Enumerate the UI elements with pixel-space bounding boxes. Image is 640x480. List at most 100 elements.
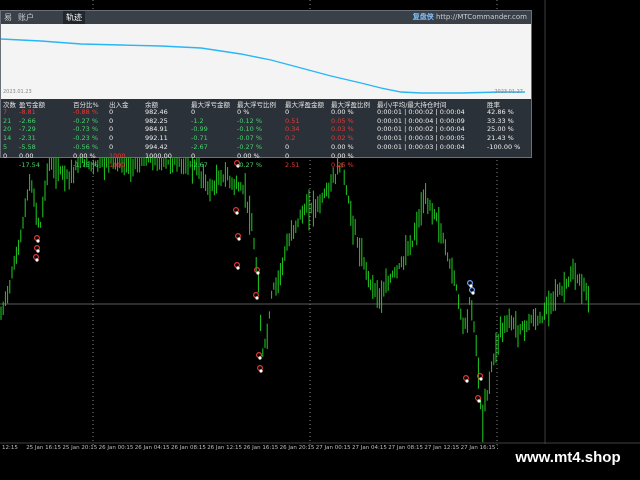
trade-marker-dot — [35, 258, 39, 262]
trade-marker-dot — [237, 237, 241, 241]
trade-marker-dot — [236, 266, 240, 270]
table-cell: 0 — [109, 143, 114, 151]
brand-url[interactable]: http://MTCommander.com — [436, 13, 527, 21]
table-cell: -0.23 % — [73, 134, 99, 143]
axis-label: 25 Jan 16:15 — [26, 445, 62, 451]
table-cell: -0.71 — [191, 134, 208, 143]
table-cell: 5 — [3, 143, 8, 151]
table-cell: 14 — [3, 134, 12, 143]
table-cell: 0 — [285, 107, 290, 116]
table-cell: -1.75 % — [73, 160, 99, 169]
table-cell: 0.00 % — [331, 107, 354, 116]
table-cell: -0.73 % — [73, 125, 99, 134]
table-cell: 42.86 % — [487, 107, 514, 116]
trade-marker-dot — [477, 399, 481, 403]
table-cell: 0 — [109, 116, 114, 125]
axis-label: 26 Jan 00:15 — [98, 445, 134, 451]
trade-marker-dot — [465, 379, 469, 383]
table-cell: 982.46 — [145, 107, 168, 116]
table-cell: 0.34 — [285, 125, 300, 134]
table-cell: 0 — [191, 107, 196, 116]
brand-name: 复盘侠 — [412, 13, 434, 21]
axis-label: 26 Jan 08:15 — [171, 445, 206, 451]
table-header: 最大浮亏金额 — [191, 101, 230, 109]
axis-label: 26 Jan 16:15 — [243, 445, 279, 451]
trade-marker-dot — [36, 249, 40, 253]
tab-account[interactable]: 账户 — [15, 11, 37, 24]
table-cell: -0.07 % — [237, 134, 263, 143]
table-cell: 0 % — [237, 107, 250, 116]
table-cell: -0.27 % — [73, 116, 99, 125]
table-cell: -8.81 — [19, 107, 36, 116]
axis-label: 27 Jan 00:15 — [315, 445, 351, 451]
table-cell: 25.00 % — [487, 125, 514, 134]
axis-label: 27 Jan 04:15 — [352, 445, 387, 451]
table-cell: 0:00:01 | 0:00:03 | 0:00:05 — [377, 134, 465, 143]
trade-marker-dot — [259, 369, 263, 373]
equity-line — [0, 38, 525, 94]
table-cell: 0.2 — [285, 134, 296, 143]
table-cell: 0 — [285, 143, 290, 151]
axis-label: 27 Jan 16:15 — [460, 445, 496, 451]
table-cell: 0.00 % — [331, 151, 354, 160]
table-cell: 21.43 % — [487, 134, 514, 143]
equity-curve — [0, 38, 525, 94]
trade-marker-dot — [235, 211, 239, 215]
table-cell: -100.00 % — [487, 143, 521, 151]
table-cell: -0.27 % — [237, 143, 263, 151]
table-cell: 2.51 — [285, 160, 300, 169]
table-cell: -2.67 — [191, 143, 208, 151]
table-cell: -17.54 — [19, 160, 40, 169]
table-cell: 20 — [3, 125, 12, 134]
axis-label: 25 Jan 20:15 — [62, 445, 98, 451]
table-cell: 982.25 — [145, 116, 168, 125]
table-cell: 0:00:01 | 0:00:02 | 0:00:04 — [377, 107, 465, 116]
table-cell: 33.33 % — [487, 116, 514, 125]
table-cell: -5.58 — [19, 143, 36, 151]
trade-marker-dot — [256, 271, 260, 275]
table-cell: 0 — [285, 151, 290, 160]
brand[interactable]: 复盘侠 http://MTCommander.com — [413, 11, 527, 24]
table-cell: 0:00:01 | 0:00:02 | 0:00:04 — [377, 125, 465, 134]
table-cell: -7.29 — [19, 125, 36, 134]
watermark: www.mt4.shop — [498, 444, 638, 472]
trade-marker-dot — [255, 296, 259, 300]
table-cell: -2.66 — [19, 116, 36, 125]
table-cell: -0.88 % — [73, 107, 99, 116]
table-cell: 1000 — [109, 160, 126, 169]
table-cell: -2.67 — [191, 160, 208, 169]
table-cell: 0.02 % — [331, 134, 354, 143]
equity-date-start: 2023.01.23 — [3, 89, 32, 95]
table-cell: 0 — [109, 107, 114, 116]
table-cell: 0 — [3, 151, 8, 160]
table-cell: -0.27 % — [237, 160, 263, 169]
backtest-panel: 易 账户 轨迹 复盘侠 http://MTCommander.com 2023.… — [0, 10, 532, 169]
table-cell: 0 — [191, 151, 196, 160]
tab-trade[interactable]: 易 — [1, 11, 15, 24]
table-cell: 0.03 % — [331, 125, 354, 134]
table-cell: 0.00 % — [331, 143, 354, 151]
axis-label: 27 Jan 12:15 — [424, 445, 460, 451]
tab-track[interactable]: 轨迹 — [63, 11, 85, 24]
table-cell: 0.51 — [285, 116, 300, 125]
table-cell: 0.00 % — [237, 151, 260, 160]
table-cell: 0.05 % — [331, 116, 354, 125]
table-cell: 0 — [109, 134, 114, 143]
axis-label: 26 Jan 04:15 — [134, 445, 170, 451]
table-cell: 7 — [3, 107, 8, 116]
table-cell: 992.11 — [145, 134, 168, 143]
table-cell: 0:00:01 | 0:00:04 | 0:00:09 — [377, 116, 465, 125]
table-cell: -0.10 % — [237, 125, 263, 134]
trade-marker-dot — [36, 239, 40, 243]
trade-marker-dot — [471, 291, 475, 295]
axis-label: 12:15 — [2, 445, 18, 451]
equity-curve-area: 2023.01.23 2023.01.27 — [0, 24, 531, 99]
axis-label: 27 Jan 08:15 — [388, 445, 424, 451]
table-cell: 0.00 % — [73, 151, 96, 160]
axis-label: 26 Jan 12:15 — [207, 445, 243, 451]
trade-marker-dot — [258, 356, 262, 360]
table-cell: -2.31 — [19, 134, 36, 143]
table-cell: 1000 — [109, 151, 126, 160]
table-cell: -0.12 % — [237, 116, 263, 125]
table-cell: 984.91 — [145, 125, 168, 134]
